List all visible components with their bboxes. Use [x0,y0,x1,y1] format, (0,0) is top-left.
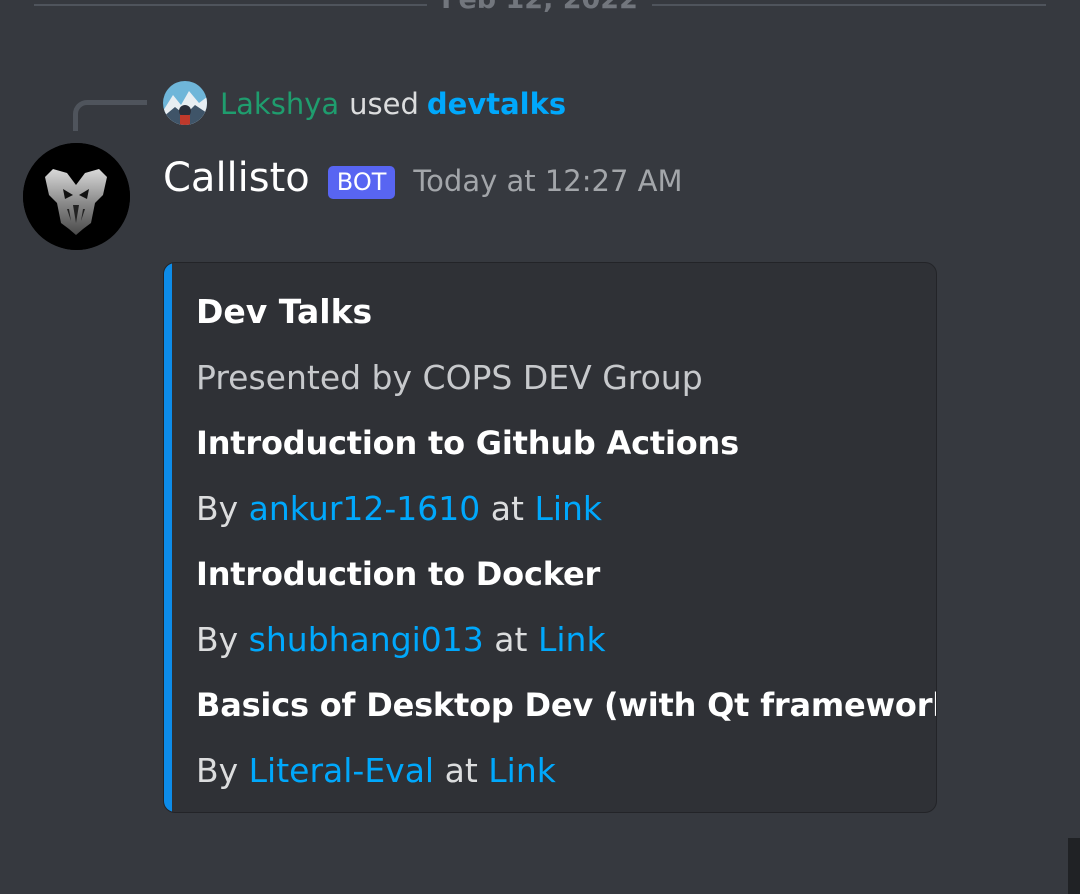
decepticon-logo-icon [23,143,130,250]
user-avatar-icon [163,81,207,125]
bot-avatar[interactable] [23,143,130,250]
reply-spine [73,100,147,131]
embed-field-name: Basics of Desktop Dev (with Qt framework… [196,686,937,724]
reply-reference[interactable]: Lakshya used devtalks [220,84,566,124]
date-divider-line-left [34,4,427,6]
chat-view: Feb 12, 2022 Lakshya useddevtalks [0,0,1080,894]
by-label: By [196,488,239,528]
at-label: at [494,619,528,659]
talk-link[interactable]: Link [488,751,556,790]
date-divider-line-right [652,4,1046,6]
date-divider: Feb 12, 2022 [427,0,652,18]
bot-badge: BOT [327,165,396,199]
embed-body: Dev Talks Presented by COPS DEV Group In… [196,286,937,811]
reply-used-text: used [349,87,419,121]
at-label: at [444,750,478,790]
scrollbar-thumb[interactable] [1068,838,1080,894]
embed-field-name: Introduction to Docker [196,555,601,593]
by-label: By [196,750,239,790]
embed-title: Dev Talks [196,292,373,331]
by-label: By [196,619,239,659]
user-link[interactable]: shubhangi013 [249,620,484,659]
talk-link[interactable]: Link [538,620,606,659]
at-label: at [490,488,524,528]
message-header: Callisto BOT Today at 12:27 AM [163,150,682,206]
reply-avatar[interactable] [163,81,207,125]
embed-field-value: By Literal-Eval at Link [196,745,926,811]
talk-link[interactable]: Link [534,489,602,528]
message-embed: Dev Talks Presented by COPS DEV Group In… [163,262,937,813]
reply-username[interactable]: Lakshya [220,87,339,121]
embed-field-name: Introduction to Github Actions [196,424,739,462]
embed-field-value: By shubhangi013 at Link [196,614,926,680]
embed-accent-bar [164,263,172,812]
embed-field-value: By ankur12-1610 at Link [196,483,926,549]
user-link[interactable]: Literal-Eval [249,751,434,790]
author-name[interactable]: Callisto [163,150,310,206]
reply-command[interactable]: devtalks [427,87,566,121]
embed-description: Presented by COPS DEV Group [196,357,703,397]
user-link[interactable]: ankur12-1610 [249,489,481,528]
message-timestamp[interactable]: Today at 12:27 AM [413,164,682,198]
